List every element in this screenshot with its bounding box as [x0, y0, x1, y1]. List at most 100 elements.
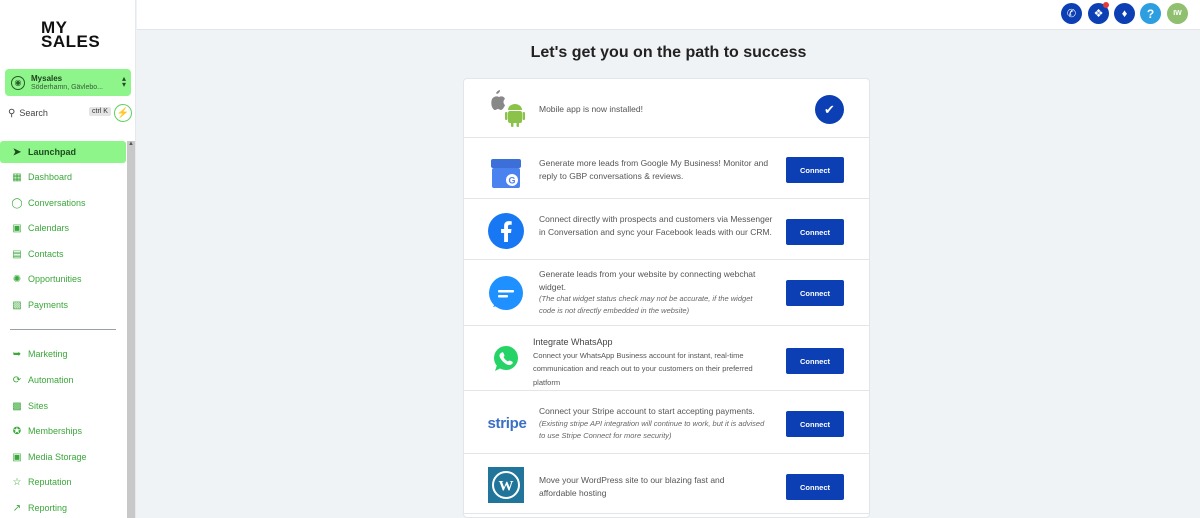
scroll-up-arrow-icon[interactable]: ▲ — [128, 141, 134, 147]
sidebar-item-contacts[interactable]: ▤ Contacts — [0, 243, 126, 265]
account-switcher[interactable]: ◉ Mysales Söderhamn, Gävlebo... ▴ ▾ — [5, 69, 131, 96]
payments-icon: ▧ — [12, 299, 22, 311]
sidebar-item-calendars[interactable]: ▣ Calendars — [0, 217, 126, 239]
help-icon[interactable]: ? — [1140, 3, 1161, 24]
sidebar-item-dashboard[interactable]: ▦ Dashboard — [0, 166, 126, 188]
sidebar-item-label: Reputation — [28, 477, 72, 487]
send-icon: ➥ — [12, 348, 22, 360]
sidebar-item-label: Conversations — [28, 198, 86, 208]
connect-google-business-button[interactable]: Connect — [786, 157, 844, 183]
notification-dot — [1103, 2, 1109, 8]
account-name: Mysales — [31, 73, 63, 83]
integration-row-webchat: Generate leads from your website by conn… — [464, 260, 869, 326]
integration-note: (The chat widget status check may not be… — [539, 294, 753, 315]
integration-title: Integrate WhatsApp — [533, 337, 613, 347]
sidebar-item-label: Media Storage — [28, 452, 87, 462]
whatsapp-icon — [486, 339, 526, 379]
brand-line-2: SALES — [41, 32, 101, 51]
sites-icon: ▩ — [12, 400, 22, 412]
account-location: Söderhamn, Gävlebo... — [31, 83, 103, 91]
integration-row-facebook: Connect directly with prospects and cust… — [464, 199, 869, 260]
stripe-icon: stripe — [484, 403, 530, 443]
integration-description: Move your WordPress site to our blazing … — [539, 475, 725, 498]
phone-icon[interactable]: ✆ — [1061, 3, 1082, 24]
search-shortcut: ctrl K — [89, 107, 111, 116]
svg-text:G: G — [508, 176, 515, 186]
facebook-icon — [486, 211, 526, 251]
star-icon: ☆ — [12, 476, 22, 488]
sidebar-item-label: Sites — [28, 401, 49, 411]
integration-row-whatsapp: Integrate WhatsApp Connect your WhatsApp… — [464, 326, 869, 391]
sidebar-item-label: Automation — [28, 375, 74, 385]
integration-row-stripe: stripe Connect your Stripe account to st… — [464, 391, 869, 454]
integration-description: Connect directly with prospects and cust… — [539, 214, 773, 237]
mobile-app-icon — [486, 89, 526, 129]
sidebar-item-conversations[interactable]: ◯ Conversations — [0, 192, 126, 214]
brand-logo[interactable]: MY SALES — [41, 19, 101, 51]
sidebar-item-label: Opportunities — [28, 274, 82, 284]
sidebar-item-media-storage[interactable]: ▣ Media Storage — [0, 446, 126, 468]
chevron-updown-icon: ▴ ▾ — [121, 74, 126, 89]
connect-webchat-button[interactable]: Connect — [786, 280, 844, 306]
top-bar: ✆ ❖ ♦ ? IW — [137, 0, 1200, 30]
checkmark-icon: ✔ — [815, 95, 844, 124]
integration-description-block: Generate leads from your website by conn… — [539, 268, 769, 317]
connect-stripe-button[interactable]: Connect — [786, 411, 844, 437]
connect-whatsapp-button[interactable]: Connect — [786, 348, 844, 374]
user-avatar[interactable]: IW — [1167, 3, 1188, 24]
search-label: Search — [19, 108, 48, 118]
connect-wordpress-button[interactable]: Connect — [786, 474, 844, 500]
badge-icon: ✪ — [12, 425, 22, 437]
sidebar-item-launchpad[interactable]: ➤ Launchpad — [0, 141, 126, 163]
rocket-icon: ➤ — [12, 146, 22, 158]
integration-description-block: Connect your Stripe account to start acc… — [539, 405, 771, 442]
sidebar-item-label: Marketing — [28, 349, 68, 359]
integration-description: Generate leads from your website by conn… — [539, 269, 756, 292]
sidebar-item-label: Memberships — [28, 426, 83, 436]
trend-icon: ↗ — [12, 502, 22, 514]
sidebar: MY SALES ◉ Mysales Söderhamn, Gävlebo...… — [0, 0, 136, 518]
megaphone-icon[interactable]: ❖ — [1088, 2, 1109, 24]
connect-facebook-button[interactable]: Connect — [786, 219, 844, 245]
integration-description: Connect your WhatsApp Business account f… — [533, 350, 753, 387]
search-bar[interactable]: ⚲ Search ctrl K ⚡ — [8, 104, 132, 122]
sidebar-item-sites[interactable]: ▩ Sites — [0, 395, 126, 417]
sidebar-item-label: Reporting — [28, 503, 68, 513]
wordpress-icon: W — [488, 467, 524, 503]
opportunities-icon: ✺ — [12, 273, 22, 285]
sidebar-item-reporting[interactable]: ↗ Reporting — [0, 497, 126, 518]
sidebar-item-label: Calendars — [28, 223, 70, 233]
sidebar-item-automation[interactable]: ⟳ Automation — [0, 369, 126, 391]
integration-row-mobile-app: Mobile app is now installed! ✔ — [464, 79, 869, 138]
sidebar-scrollbar[interactable]: ▲ — [127, 141, 135, 518]
grid-icon: ▦ — [12, 171, 22, 183]
svg-text:W: W — [499, 479, 514, 495]
sidebar-divider — [10, 329, 116, 330]
integration-row-google-business: G Generate more leads from Google My Bus… — [464, 138, 869, 199]
bell-icon[interactable]: ♦ — [1114, 3, 1135, 24]
quick-action-bolt-icon[interactable]: ⚡ — [114, 104, 132, 122]
sidebar-item-label: Payments — [28, 300, 69, 310]
chat-icon: ◯ — [11, 197, 23, 209]
sidebar-item-marketing[interactable]: ➥ Marketing — [0, 343, 126, 365]
page-title: Let's get you on the path to success — [530, 44, 807, 61]
integration-description-block: Integrate WhatsApp Connect your WhatsApp… — [533, 336, 773, 389]
webchat-icon — [486, 274, 526, 314]
sidebar-item-label: Launchpad — [28, 147, 77, 157]
image-icon: ▣ — [12, 451, 22, 463]
sidebar-item-payments[interactable]: ▧ Payments — [0, 294, 126, 316]
integration-description: Connect your Stripe account to start acc… — [539, 406, 755, 416]
sidebar-item-label: Contacts — [28, 249, 64, 259]
sidebar-item-reputation[interactable]: ☆ Reputation — [0, 471, 126, 493]
location-icon: ◉ — [11, 75, 25, 90]
search-icon: ⚲ — [8, 107, 16, 119]
google-business-icon: G — [486, 153, 526, 193]
automation-icon: ⟳ — [12, 374, 22, 386]
sidebar-item-opportunities[interactable]: ✺ Opportunities — [0, 268, 126, 290]
sidebar-item-memberships[interactable]: ✪ Memberships — [0, 420, 126, 442]
integration-row-wordpress: W Move your WordPress site to our blazin… — [464, 454, 869, 514]
calendar-icon: ▣ — [12, 222, 22, 234]
stripe-logo-text: stripe — [487, 414, 527, 432]
integration-description: Mobile app is now installed! — [539, 104, 643, 114]
integration-description: Generate more leads from Google My Busin… — [539, 158, 769, 181]
